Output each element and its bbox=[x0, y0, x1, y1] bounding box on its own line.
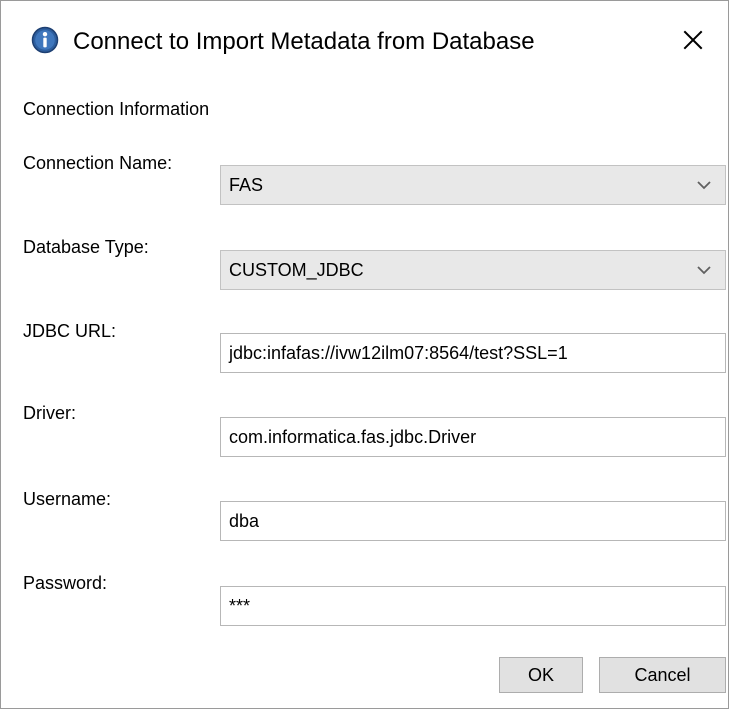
database-type-select[interactable]: CUSTOM_JDBC bbox=[220, 250, 726, 290]
info-icon bbox=[31, 26, 59, 54]
connection-name-select[interactable]: FAS bbox=[220, 165, 726, 205]
username-input[interactable]: dba bbox=[220, 501, 726, 541]
connection-name-label: Connection Name: bbox=[23, 153, 173, 173]
section-title: Connection Information bbox=[23, 99, 210, 119]
password-value: *** bbox=[229, 596, 251, 616]
title-bar: Connect to Import Metadata from Database bbox=[1, 1, 728, 79]
jdbc-url-label: JDBC URL: bbox=[23, 321, 117, 341]
ok-button[interactable]: OK bbox=[499, 657, 583, 693]
connection-name-value: FAS bbox=[229, 175, 264, 195]
username-value: dba bbox=[229, 511, 260, 531]
database-type-value: CUSTOM_JDBC bbox=[229, 260, 364, 280]
dialog-window: Connect to Import Metadata from Database… bbox=[0, 0, 729, 709]
database-type-label: Database Type: bbox=[23, 237, 149, 257]
driver-input[interactable]: com.informatica.fas.jdbc.Driver bbox=[220, 417, 726, 457]
chevron-down-icon bbox=[697, 181, 711, 190]
close-button[interactable] bbox=[658, 1, 728, 79]
cancel-button[interactable]: Cancel bbox=[599, 657, 726, 693]
dialog-title: Connect to Import Metadata from Database bbox=[73, 28, 535, 55]
close-icon bbox=[683, 30, 703, 50]
driver-value: com.informatica.fas.jdbc.Driver bbox=[229, 427, 477, 447]
password-label: Password: bbox=[23, 573, 108, 593]
driver-label: Driver: bbox=[23, 403, 76, 423]
password-input[interactable]: *** bbox=[220, 586, 726, 626]
jdbc-url-value: jdbc:infafas://ivw12ilm07:8564/test?SSL=… bbox=[229, 343, 568, 363]
username-label: Username: bbox=[23, 489, 112, 509]
jdbc-url-input[interactable]: jdbc:infafas://ivw12ilm07:8564/test?SSL=… bbox=[220, 333, 726, 373]
chevron-down-icon bbox=[697, 266, 711, 275]
